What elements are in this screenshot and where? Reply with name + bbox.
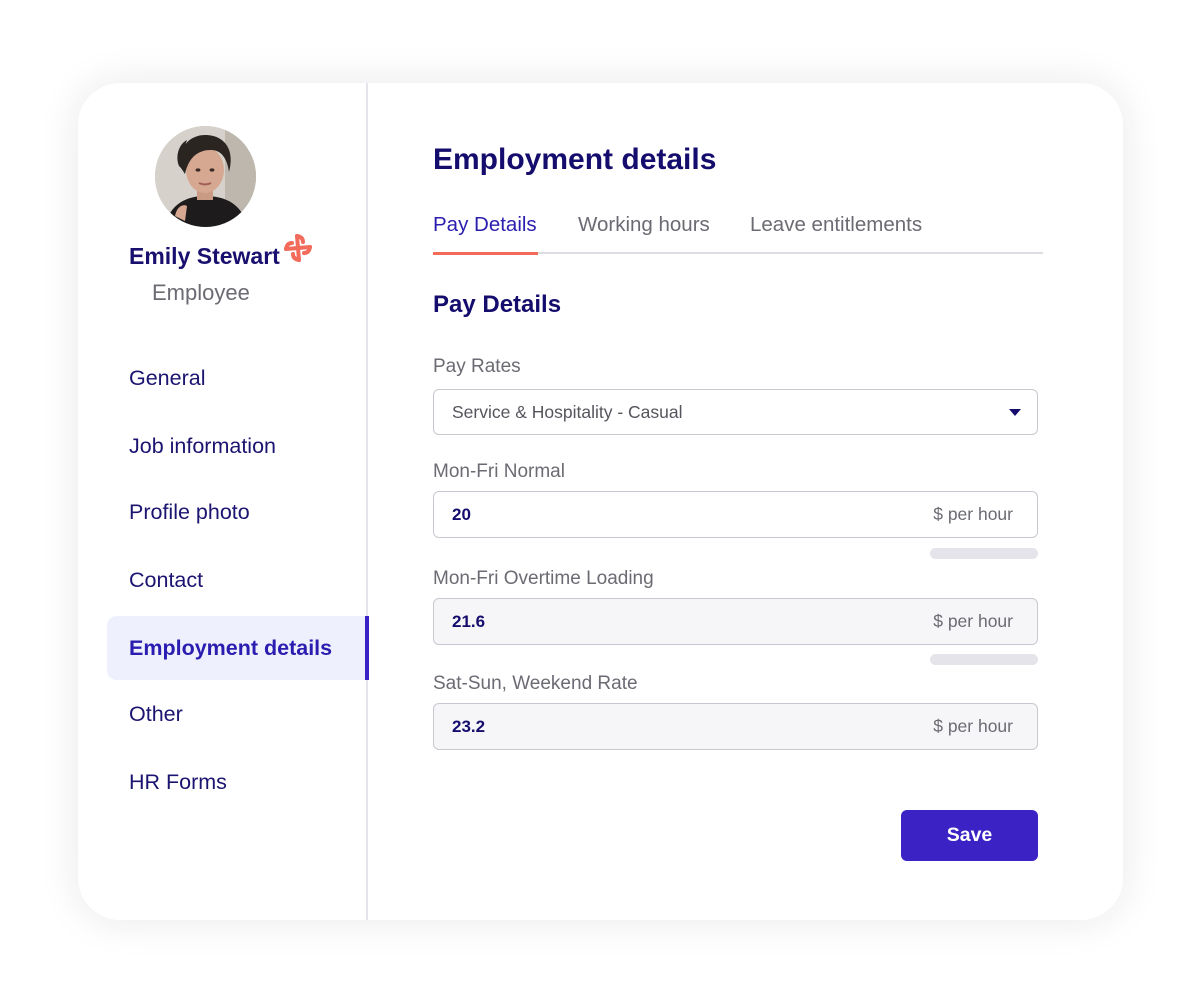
user-name: Emily Stewart xyxy=(129,243,280,269)
save-button[interactable]: Save xyxy=(901,810,1038,861)
tab-bar: Pay Details Working hours Leave entitlem… xyxy=(433,213,1043,255)
avatar-photo-icon xyxy=(155,126,256,227)
mon-fri-overtime-input[interactable]: 21.6 $ per hour xyxy=(433,598,1038,645)
sidebar-item-job-information[interactable]: Job information xyxy=(107,414,368,478)
page-title: Employment details xyxy=(433,143,717,176)
avatar xyxy=(155,126,256,227)
pay-rates-select[interactable]: Service & Hospitality - Casual xyxy=(433,389,1038,435)
main-content: Employment details Pay Details Working h… xyxy=(433,83,1043,920)
weekend-rate-label: Sat-Sun, Weekend Rate xyxy=(433,673,638,694)
brand-pinwheel-icon xyxy=(284,234,312,262)
mon-fri-overtime-unit: $ per hour xyxy=(933,611,1013,631)
pay-rates-label: Pay Rates xyxy=(433,356,521,377)
pay-rates-value: Service & Hospitality - Casual xyxy=(452,401,683,422)
sidebar-item-general[interactable]: General xyxy=(107,346,368,410)
mon-fri-overtime-hint-placeholder xyxy=(930,654,1038,665)
tab-leave-entitlements[interactable]: Leave entitlements xyxy=(750,213,922,254)
sidebar-item-contact[interactable]: Contact xyxy=(107,548,368,612)
weekend-rate-value: 23.2 xyxy=(452,716,486,736)
sidebar-item-profile-photo[interactable]: Profile photo xyxy=(107,480,368,544)
mon-fri-normal-value: 20 xyxy=(452,504,471,524)
employee-profile-card: Emily Stewart Employee General Job infor… xyxy=(78,83,1123,920)
sidebar-item-hr-forms[interactable]: HR Forms xyxy=(107,750,368,814)
mon-fri-overtime-value: 21.6 xyxy=(452,611,486,631)
sidebar-item-other[interactable]: Other xyxy=(107,682,368,746)
sidebar: Emily Stewart Employee General Job infor… xyxy=(78,83,369,920)
mon-fri-overtime-label: Mon-Fri Overtime Loading xyxy=(433,568,654,589)
mon-fri-normal-hint-placeholder xyxy=(930,548,1038,559)
tab-pay-details[interactable]: Pay Details xyxy=(433,213,538,255)
mon-fri-normal-input[interactable]: 20 $ per hour xyxy=(433,491,1038,538)
caret-down-icon xyxy=(1009,409,1021,416)
tab-working-hours[interactable]: Working hours xyxy=(578,213,710,254)
mon-fri-normal-unit: $ per hour xyxy=(933,504,1013,524)
sidebar-item-employment-details[interactable]: Employment details xyxy=(107,616,369,680)
weekend-rate-input[interactable]: 23.2 $ per hour xyxy=(433,703,1038,750)
mon-fri-normal-label: Mon-Fri Normal xyxy=(433,461,565,482)
user-role: Employee xyxy=(152,280,250,305)
weekend-rate-unit: $ per hour xyxy=(933,716,1013,736)
section-title: Pay Details xyxy=(433,291,562,318)
